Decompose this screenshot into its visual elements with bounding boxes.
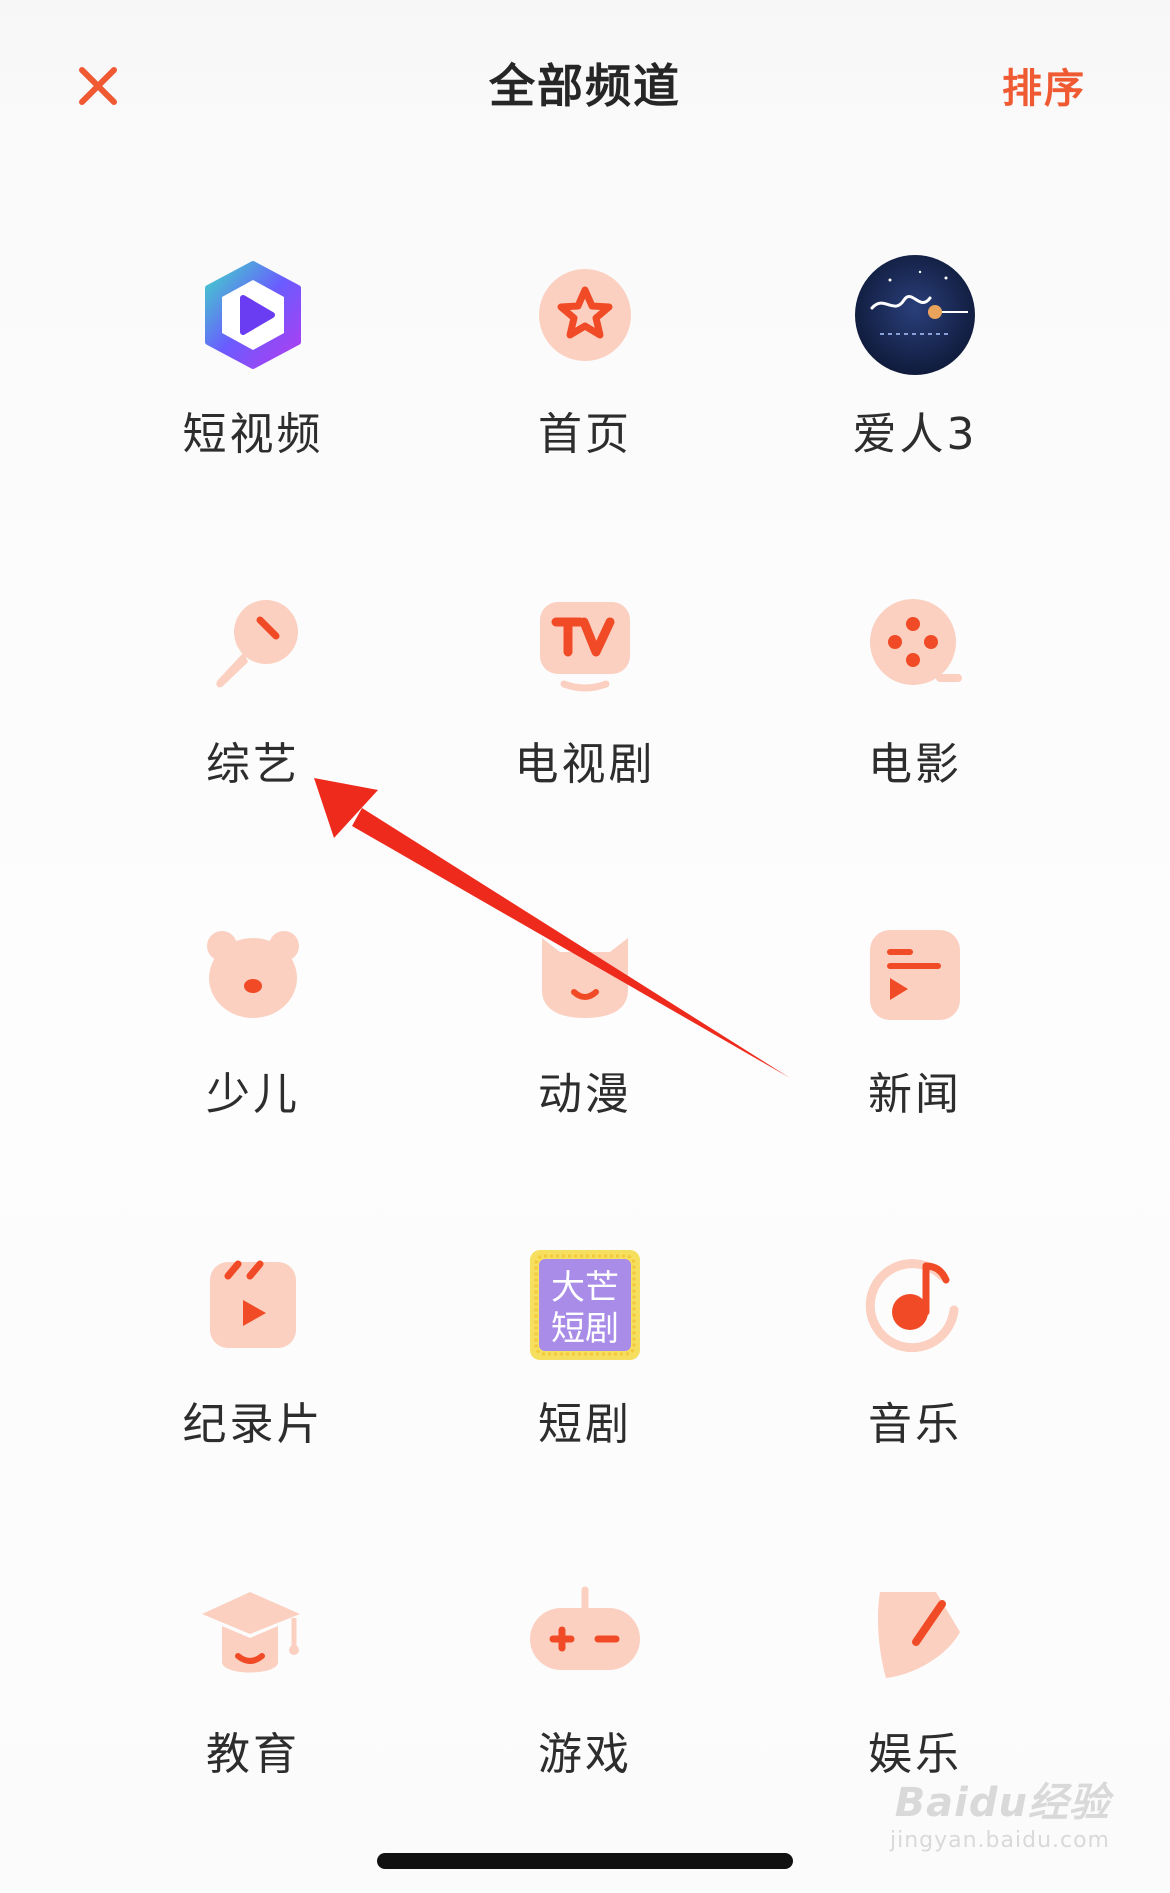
sort-button[interactable]: 排序 [1002,56,1086,114]
channel-item-news[interactable]: 新闻 [750,870,1080,1130]
page-title: 全部频道 [489,59,681,113]
channel-label: 动漫 [538,1069,632,1120]
mango-short-drama-icon: 大芒 短剧 [520,1240,650,1370]
channel-item-kids[interactable]: 少儿 [88,870,418,1130]
header: 全部频道 排序 [0,0,1170,170]
channel-item-variety[interactable]: 综艺 [88,540,418,800]
channel-label: 首页 [538,409,632,460]
channel-item-anime[interactable]: 动漫 [420,870,750,1130]
channel-item-entertainment[interactable]: 娱乐 [750,1530,1080,1790]
channel-label: 短剧 [538,1399,632,1450]
channel-item-short-video[interactable]: 短视频 [88,210,418,470]
channel-item-movie[interactable]: 电影 [750,540,1080,800]
cat-face-icon [520,910,650,1040]
channel-label: 综艺 [206,739,300,790]
channel-item-music[interactable]: 音乐 [750,1200,1080,1460]
leaf-icon [850,1570,980,1700]
channel-label: 少儿 [206,1069,300,1120]
channel-label: 新闻 [868,1069,962,1120]
channel-row: 少儿 动漫 新闻 [0,870,1170,1200]
channel-label: 娱乐 [868,1729,962,1780]
tv-icon [520,580,650,710]
music-note-icon [850,1240,980,1370]
channel-item-game[interactable]: 游戏 [420,1530,750,1790]
channel-label: 音乐 [868,1399,962,1450]
channel-label: 电影 [868,739,962,790]
channel-label: 教育 [206,1729,300,1780]
short-drama-badge-line2: 短剧 [551,1309,619,1349]
short-drama-badge-line1: 大芒 [551,1268,619,1308]
channel-label: 纪录片 [182,1399,324,1450]
gamepad-icon [520,1570,650,1700]
channel-item-education[interactable]: 教育 [88,1530,418,1790]
channel-row: 综艺 电视剧 电影 [0,540,1170,870]
star-icon [520,250,650,380]
channel-label: 短视频 [182,409,324,460]
news-icon [850,910,980,1040]
film-reel-icon [850,580,980,710]
home-indicator[interactable] [377,1853,793,1869]
channel-item-short-drama[interactable]: 大芒 短剧 短剧 [420,1200,750,1460]
channel-row: 教育 游戏 娱乐 [0,1530,1170,1860]
channel-label: 爱人3 [852,409,978,460]
channel-label: 电视剧 [514,739,656,790]
short-video-icon [188,250,318,380]
graduation-cap-icon [188,1570,318,1700]
channel-row: 短视频 首页 爱人3 [0,210,1170,540]
channel-item-tv-series[interactable]: 电视剧 [420,540,750,800]
bear-icon [188,910,318,1040]
channel-page: 全部频道 排序 短视频 首页 爱人3 综艺 电视剧 电影 少儿 动漫 新闻 纪录… [0,0,1170,1893]
microphone-icon [188,580,318,710]
channel-label: 游戏 [538,1729,632,1780]
channel-item-documentary[interactable]: 纪录片 [88,1200,418,1460]
drama-poster-icon [850,250,980,380]
clapper-icon [188,1240,318,1370]
channel-item-drama-poster[interactable]: 爱人3 [750,210,1080,470]
channel-item-home[interactable]: 首页 [420,210,750,470]
channel-row: 纪录片 大芒 短剧 短剧 音乐 [0,1200,1170,1530]
